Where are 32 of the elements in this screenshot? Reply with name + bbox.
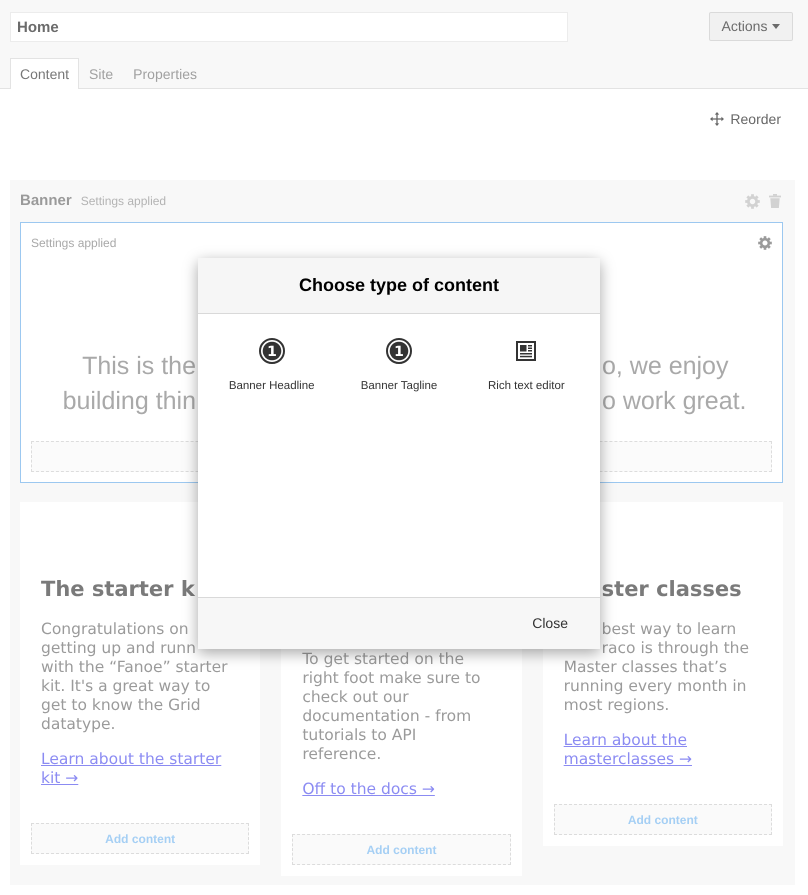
reorder-button[interactable]: Reorder [710, 108, 781, 130]
caret-icon [772, 24, 780, 29]
settings-icon[interactable] [758, 236, 772, 250]
content-type-option[interactable]: 1 Banner Tagline [335, 338, 463, 396]
banner-text: building thin [62, 386, 196, 417]
settings-note: Settings applied [31, 235, 116, 252]
content-type-option[interactable]: Rich text editor [462, 338, 590, 396]
name-field[interactable]: Home [10, 12, 568, 42]
content-type-option[interactable]: 1 Banner Headline [208, 338, 336, 396]
numbered-circle-icon: 1 [258, 338, 285, 364]
banner-text: o, we enjoy [602, 351, 728, 382]
dialog-title: Choose type of content [298, 274, 499, 296]
banner-text: This is the [82, 351, 196, 382]
tab[interactable]: Content [10, 58, 80, 89]
tab[interactable]: Site [79, 58, 124, 89]
card-heading: The starter k [41, 576, 195, 603]
tab[interactable]: Properties [123, 58, 207, 89]
card-text: Congratulations on getting up and runn with the “Fanoe” starter kit. It's a great way to get to know the Grid datatype. [41, 620, 228, 734]
card-link[interactable]: Learn about the masterclasses → [564, 731, 760, 769]
card-link[interactable]: Learn about the starter kit → [41, 750, 238, 788]
delete-icon[interactable] [769, 194, 781, 208]
card-link[interactable]: Off to the docs → [302, 780, 435, 799]
card-text: To get started on the right foot make sure to check out our documentation - from tutorials to API reference. [302, 650, 481, 764]
section-title: Banner [20, 190, 72, 211]
document-icon [516, 341, 536, 361]
actions-button[interactable]: Actions [709, 12, 793, 41]
settings-icon[interactable] [745, 194, 760, 208]
move-icon [710, 112, 724, 126]
numbered-circle-icon: 1 [386, 338, 412, 364]
banner-text: o work great. [602, 386, 747, 417]
settings-note: Settings applied [80, 193, 166, 210]
card-heading: ster classes [602, 576, 742, 603]
